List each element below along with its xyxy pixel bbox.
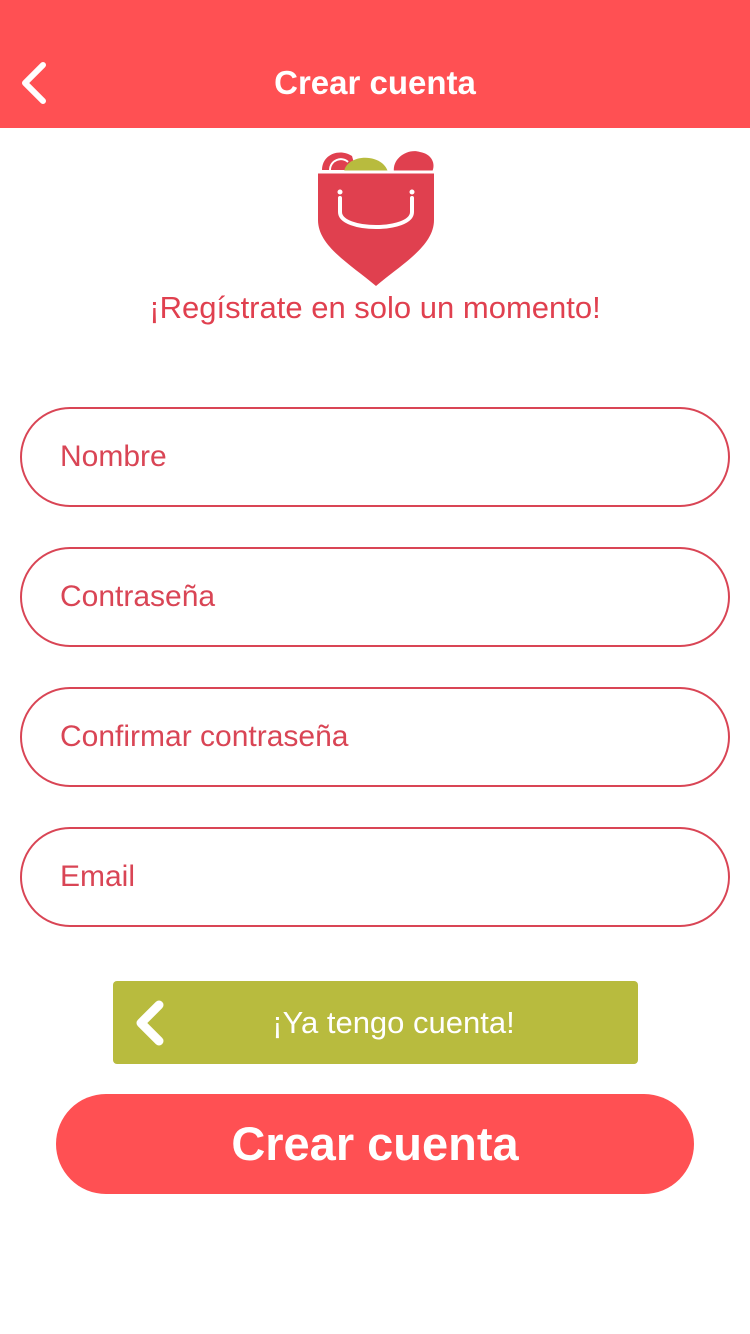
name-field[interactable] bbox=[20, 407, 730, 507]
have-account-label: ¡Ya tengo cuenta! bbox=[272, 1005, 515, 1040]
tagline: ¡Regístrate en solo un momento! bbox=[149, 290, 601, 325]
create-account-screen: Crear cuenta ¡Regístrate en solo un mome… bbox=[0, 0, 750, 1334]
name-input[interactable] bbox=[22, 409, 728, 505]
password-field[interactable] bbox=[20, 547, 730, 647]
confirm-password-field[interactable] bbox=[20, 687, 730, 787]
create-account-button[interactable]: Crear cuenta bbox=[56, 1094, 694, 1194]
password-input[interactable] bbox=[22, 549, 728, 645]
have-account-button[interactable]: ¡Ya tengo cuenta! bbox=[113, 981, 638, 1064]
nav-bar: Crear cuenta bbox=[0, 0, 750, 128]
shopping-bag-pin-logo bbox=[318, 151, 434, 286]
email-field[interactable] bbox=[20, 827, 730, 927]
confirm-password-input[interactable] bbox=[22, 689, 728, 785]
email-input[interactable] bbox=[22, 829, 728, 925]
page-title: Crear cuenta bbox=[274, 64, 476, 101]
